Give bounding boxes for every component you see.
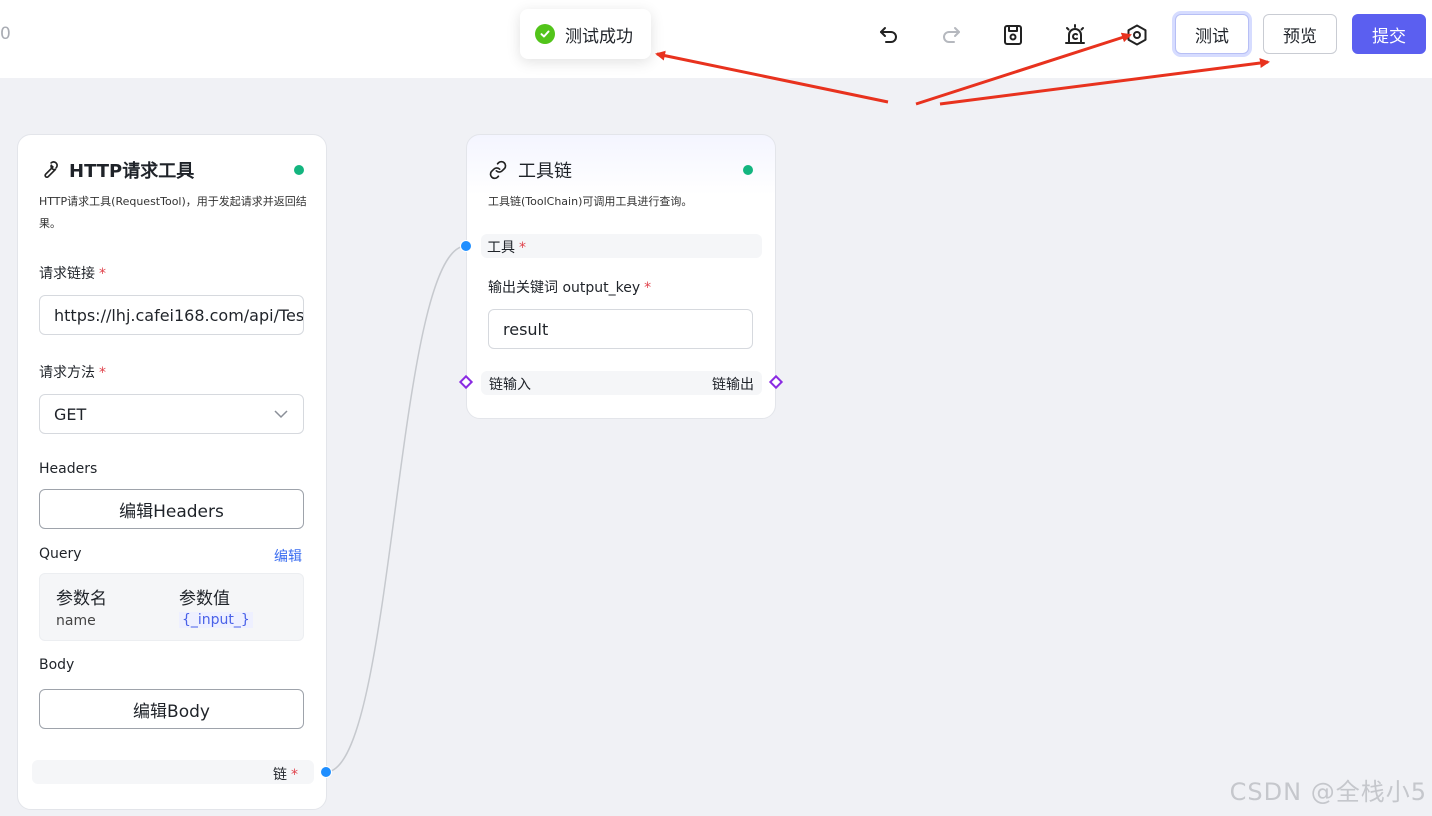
chain-io-port-row: 链输入 链输出 xyxy=(481,371,762,395)
query-table: 参数名 参数值 name {_input_} xyxy=(39,573,304,641)
edit-body-button[interactable]: 编辑Body xyxy=(39,689,304,729)
chain-port-label: 链 * xyxy=(273,767,298,783)
tool-input-handle[interactable] xyxy=(460,240,472,252)
chain-output-handle[interactable] xyxy=(320,766,332,778)
tool-chain-node[interactable]: 工具链 工具链(ToolChain)可调用工具进行查询。 工具 * 输出关键词 o… xyxy=(466,134,776,419)
watermark: CSDN @全栈小5 xyxy=(1229,778,1427,806)
url-label: 请求链接 * xyxy=(39,266,106,282)
chain-out-label: 链输出 xyxy=(712,377,754,393)
output-key-input[interactable]: result xyxy=(488,309,753,349)
tool-input-port-row: 工具 * xyxy=(481,234,762,258)
chain-output-port-row: 链 * xyxy=(32,760,314,784)
query-label: Query xyxy=(39,546,82,562)
chain-in-label: 链输入 xyxy=(489,377,531,393)
query-col-name: 参数名 xyxy=(56,589,107,609)
status-dot xyxy=(743,165,753,175)
query-param-name: name xyxy=(56,613,96,629)
method-select[interactable]: GET xyxy=(39,394,304,434)
http-request-node[interactable]: HTTP请求工具 HTTP请求工具(RequestTool)，用于发起请求并返回… xyxy=(17,134,327,810)
chevron-down-icon xyxy=(274,410,288,419)
edit-headers-button[interactable]: 编辑Headers xyxy=(39,489,304,529)
tool-port-label: 工具 * xyxy=(487,240,526,256)
body-label: Body xyxy=(39,657,75,673)
node-title: 工具链 xyxy=(488,157,572,183)
link-icon xyxy=(489,160,507,180)
headers-label: Headers xyxy=(39,461,98,477)
query-col-value: 参数值 xyxy=(179,589,230,609)
node-description: 工具链(ToolChain)可调用工具进行查询。 xyxy=(488,195,693,208)
wrench-icon xyxy=(44,161,58,178)
edit-query-link[interactable]: 编辑 xyxy=(274,546,302,566)
node-title: HTTP请求工具 xyxy=(39,157,194,183)
query-param-value[interactable]: {_input_} xyxy=(179,612,253,628)
status-dot xyxy=(294,165,304,175)
output-key-label: 输出关键词 output_key * xyxy=(488,280,652,296)
url-input[interactable]: https://lhj.cafei168.com/api/Test xyxy=(39,295,304,335)
method-label: 请求方法 * xyxy=(39,365,106,381)
node-description: HTTP请求工具(RequestTool)，用于发起请求并返回结果。 xyxy=(39,195,307,230)
